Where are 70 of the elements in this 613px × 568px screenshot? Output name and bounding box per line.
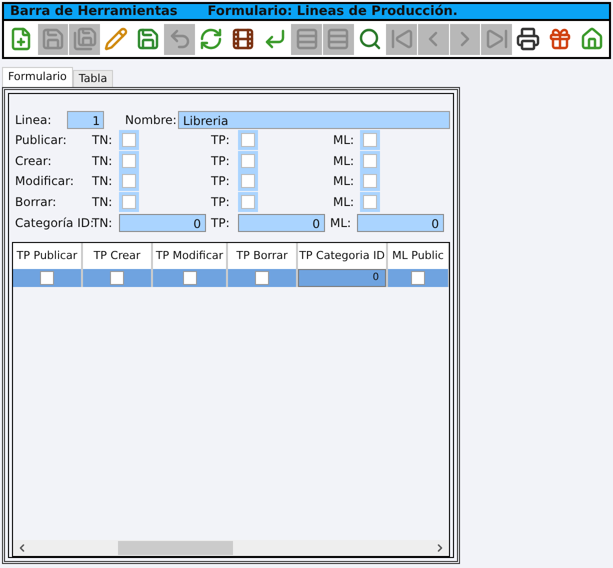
checkbox[interactable] (241, 133, 255, 148)
input-field[interactable]: 0 (119, 214, 206, 232)
tab[interactable]: Formulario (2, 67, 73, 87)
column-header[interactable]: TP Modificar (153, 243, 228, 269)
gift-icon (548, 27, 572, 51)
pencil-icon (104, 27, 128, 51)
checkbox[interactable] (241, 154, 255, 168)
field-label: TN: (92, 194, 114, 211)
input-field[interactable]: 0 (357, 214, 444, 232)
field-label: Categoría ID: (15, 215, 92, 232)
checkbox[interactable] (411, 271, 425, 285)
checkbox[interactable] (363, 174, 377, 188)
field-label: TP: (211, 215, 231, 232)
field-label: TN: (92, 215, 114, 232)
checkbox[interactable] (110, 271, 124, 285)
floppy-disks-icon (72, 27, 97, 51)
field-label: Crear: (15, 152, 53, 170)
checkbox[interactable] (363, 194, 377, 209)
checkbox[interactable] (241, 194, 255, 209)
field-label: TP: (211, 132, 231, 150)
checkbox[interactable] (40, 271, 54, 285)
first-record-icon (390, 27, 414, 51)
toolbar-title: Barra de Herramientas (10, 2, 178, 21)
scrollbar-thumb[interactable] (118, 541, 233, 555)
home-icon (580, 27, 604, 51)
search-icon (358, 27, 382, 51)
column-header[interactable]: TP Borrar (228, 243, 298, 269)
field-label: ML: (333, 194, 356, 211)
table-cell: 0 (298, 269, 386, 287)
field-label: Borrar: (15, 194, 58, 211)
printer-icon (516, 27, 540, 51)
last-record-icon (484, 27, 509, 51)
field-label: TP: (211, 194, 231, 211)
field-label: ML: (333, 173, 356, 190)
table-row[interactable]: 0 (13, 269, 449, 287)
field-label: TN: (92, 132, 114, 150)
checkbox[interactable] (241, 174, 255, 188)
input-field[interactable]: 1 (67, 111, 104, 129)
column-header[interactable]: TP Crear (83, 243, 153, 269)
checkbox[interactable] (363, 154, 377, 168)
checkbox[interactable] (122, 174, 136, 188)
field-label: TN: (92, 152, 114, 170)
field-label: Linea: (15, 112, 52, 129)
film-icon (231, 27, 256, 51)
checkbox[interactable] (363, 133, 377, 148)
column-header[interactable]: TP Publicar (13, 243, 83, 269)
checkbox[interactable] (122, 133, 136, 148)
refresh-icon (199, 27, 224, 51)
field-label: Publicar: (15, 132, 68, 150)
field-label: TP: (211, 152, 231, 170)
rows-icon (294, 27, 319, 51)
input-field[interactable]: Libreria (178, 111, 450, 129)
checkbox[interactable] (182, 271, 196, 285)
horizontal-scrollbar[interactable] (13, 540, 449, 556)
form-title: Formulario: Lineas de Producción. (208, 2, 458, 21)
field-label: TN: (92, 173, 114, 190)
column-header[interactable]: TP Categoria ID (298, 243, 388, 269)
field-label: Modificar: (15, 173, 75, 190)
column-header[interactable]: ML Public (388, 243, 449, 269)
input-field[interactable]: 0 (238, 214, 325, 232)
checkbox[interactable] (122, 194, 136, 209)
field-label: ML: (330, 215, 352, 232)
field-label: Nombre: (125, 112, 178, 129)
checkbox[interactable] (255, 271, 269, 285)
field-label: ML: (333, 152, 356, 170)
tab[interactable]: Tabla (72, 70, 114, 87)
checkbox[interactable] (122, 154, 136, 168)
field-label: TP: (211, 173, 231, 190)
field-label: ML: (333, 132, 356, 150)
rows-icon (326, 27, 350, 51)
